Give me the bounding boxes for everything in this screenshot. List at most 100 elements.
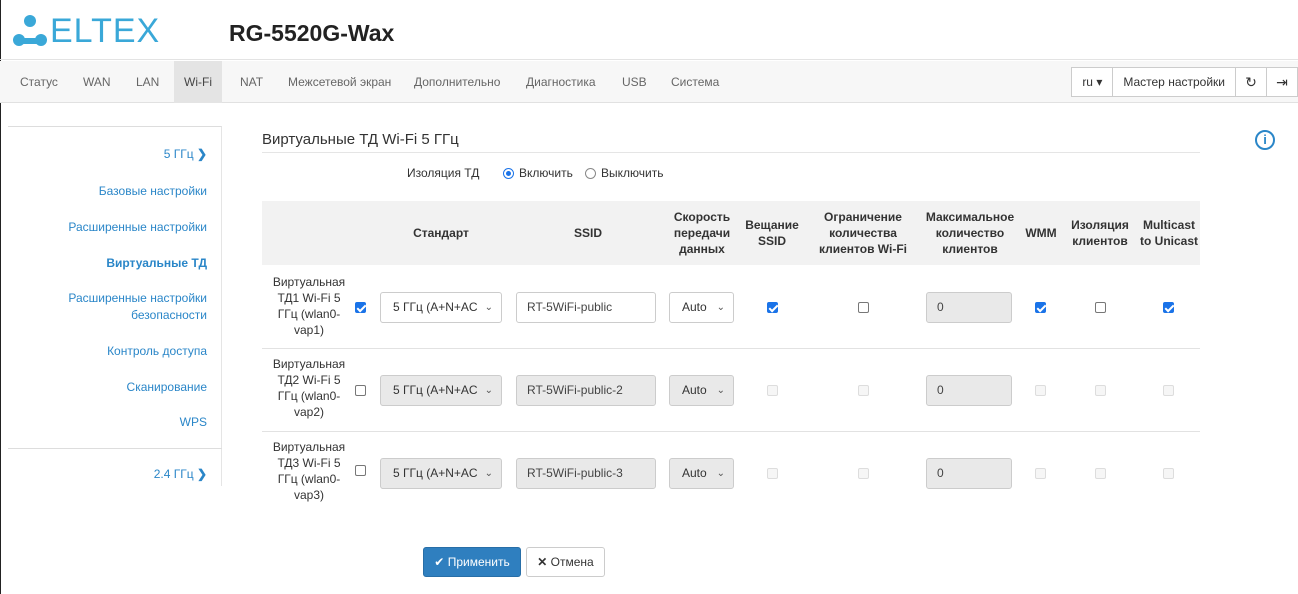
nav-firewall[interactable]: Межсетевой экран xyxy=(278,61,401,103)
client-isolation-checkbox[interactable] xyxy=(1095,302,1106,313)
client-isolation-checkbox[interactable] xyxy=(1095,468,1106,479)
ap-isolation-disable-radio[interactable] xyxy=(585,168,596,179)
wmm-checkbox[interactable] xyxy=(1035,468,1046,479)
nav-additional[interactable]: Дополнительно xyxy=(404,61,510,103)
standard-select-value: 5 ГГц (A+N+AC xyxy=(393,466,478,480)
header-rate: Скорость передачи данных xyxy=(673,210,731,256)
close-icon: ✕ xyxy=(537,555,548,569)
rate-select[interactable]: Auto ⌄ xyxy=(669,375,734,406)
enable-checkbox[interactable] xyxy=(355,465,366,476)
header-client-isolation: Изоляция клиентов xyxy=(1071,218,1129,248)
max-clients-input[interactable]: 0 xyxy=(926,375,1012,406)
row-label: Виртуальная ТД3 Wi-Fi 5 ГГц (wlan0-vap3) xyxy=(272,440,346,502)
header-max-clients: Максимальное количество клиентов xyxy=(925,210,1015,256)
broadcast-ssid-checkbox[interactable] xyxy=(767,468,778,479)
standard-select-value: 5 ГГц (A+N+AC xyxy=(393,300,478,314)
client-limit-checkbox[interactable] xyxy=(858,385,869,396)
header: ELTEX RG-5520G-Wax xyxy=(0,0,1298,60)
standard-select-value: 5 ГГц (A+N+AC xyxy=(393,383,478,397)
client-isolation-checkbox[interactable] xyxy=(1095,385,1106,396)
logout-icon[interactable]: ⇥ xyxy=(1266,67,1298,97)
nav-system[interactable]: Система xyxy=(661,61,729,103)
top-navigation: Статус WAN LAN Wi-Fi NAT Межсетевой экра… xyxy=(0,61,1298,103)
multicast-unicast-checkbox[interactable] xyxy=(1163,385,1174,396)
header-broadcast-ssid: Вещание SSID xyxy=(745,218,799,248)
header-standard: Стандарт xyxy=(413,226,469,240)
client-limit-checkbox[interactable] xyxy=(858,468,869,479)
rate-select[interactable]: Auto ⌄ xyxy=(669,458,734,489)
broadcast-ssid-checkbox[interactable] xyxy=(767,302,778,313)
sidebar-divider xyxy=(8,448,222,449)
apply-button[interactable]: ✔ Применить xyxy=(423,547,521,577)
title-divider xyxy=(262,152,1200,153)
row-label: Виртуальная ТД2 Wi-Fi 5 ГГц (wlan0-vap2) xyxy=(272,357,346,419)
row-label: Виртуальная ТД1 Wi-Fi 5 ГГц (wlan0-vap1) xyxy=(272,275,346,337)
header-controls: ru ▾ Мастер настройки ↻ ⇥ xyxy=(1071,67,1298,97)
wmm-checkbox[interactable] xyxy=(1035,385,1046,396)
rate-select-value: Auto xyxy=(682,300,707,314)
chevron-down-icon: ⌄ xyxy=(484,385,493,396)
apply-button-label: Применить xyxy=(447,555,510,569)
standard-select[interactable]: 5 ГГц (A+N+AC ⌄ xyxy=(380,458,502,489)
table-row: Виртуальная ТД3 Wi-Fi 5 ГГц (wlan0-vap3)… xyxy=(262,432,1200,515)
rate-select-value: Auto xyxy=(682,466,707,480)
chevron-right-icon: ❯ xyxy=(196,467,207,481)
header-wmm: WMM xyxy=(1025,226,1057,240)
nav-wan[interactable]: WAN xyxy=(73,61,121,103)
broadcast-ssid-checkbox[interactable] xyxy=(767,385,778,396)
table-row: Виртуальная ТД2 Wi-Fi 5 ГГц (wlan0-vap2)… xyxy=(262,349,1200,432)
sidebar-item-access-control[interactable]: Контроль доступа xyxy=(107,343,207,360)
info-icon[interactable]: i xyxy=(1255,130,1275,150)
sidebar-item-security[interactable]: Расширенные настройки безопасности xyxy=(57,290,207,324)
sidebar: 5 ГГц ❯ Базовые настройки Расширенные на… xyxy=(8,126,222,486)
page-title: Виртуальные ТД Wi-Fi 5 ГГц xyxy=(262,131,459,148)
rate-select[interactable]: Auto ⌄ xyxy=(669,292,734,323)
sidebar-group-24ghz-label: 2.4 ГГц xyxy=(153,467,194,481)
chevron-down-icon: ⌄ xyxy=(484,302,493,313)
client-limit-checkbox[interactable] xyxy=(858,302,869,313)
setup-wizard-button[interactable]: Мастер настройки xyxy=(1112,67,1236,97)
standard-select[interactable]: 5 ГГц (A+N+AC ⌄ xyxy=(380,292,502,323)
ap-isolation-disable-label: Выключить xyxy=(601,166,664,180)
chevron-down-icon: ⌄ xyxy=(716,468,725,479)
sidebar-item-basic[interactable]: Базовые настройки xyxy=(99,183,207,200)
sidebar-item-scan[interactable]: Сканирование xyxy=(127,379,207,396)
cancel-button[interactable]: ✕ Отмена xyxy=(526,547,605,577)
header-client-limit: Ограничение количества клиентов Wi-Fi xyxy=(818,210,908,256)
ap-isolation-label: Изоляция ТД xyxy=(407,166,480,180)
nav-lan[interactable]: LAN xyxy=(126,61,169,103)
cancel-button-label: Отмена xyxy=(550,555,594,569)
nav-usb[interactable]: USB xyxy=(612,61,657,103)
language-dropdown[interactable]: ru ▾ xyxy=(1071,67,1114,97)
chevron-down-icon: ⌄ xyxy=(484,468,493,479)
max-clients-input[interactable]: 0 xyxy=(926,292,1012,323)
standard-select[interactable]: 5 ГГц (A+N+AC ⌄ xyxy=(380,375,502,406)
check-icon: ✔ xyxy=(434,555,445,569)
sidebar-item-advanced[interactable]: Расширенные настройки xyxy=(68,219,207,236)
ssid-input[interactable]: RT-5WiFi-public-2 xyxy=(516,375,656,406)
ssid-input[interactable]: RT-5WiFi-public-3 xyxy=(516,458,656,489)
max-clients-input[interactable]: 0 xyxy=(926,458,1012,489)
sidebar-item-wps[interactable]: WPS xyxy=(180,414,207,431)
refresh-icon[interactable]: ↻ xyxy=(1235,67,1267,97)
multicast-unicast-checkbox[interactable] xyxy=(1163,302,1174,313)
enable-checkbox[interactable] xyxy=(355,302,366,313)
table-header: Стандарт SSID Скорость передачи данных В… xyxy=(262,201,1200,265)
nav-status[interactable]: Статус xyxy=(10,61,68,103)
sidebar-item-virtual-ap[interactable]: Виртуальные ТД xyxy=(106,255,207,272)
nav-wifi[interactable]: Wi-Fi xyxy=(174,61,222,103)
chevron-down-icon: ⌄ xyxy=(716,302,725,313)
ap-isolation-enable-radio[interactable] xyxy=(503,168,514,179)
nav-nat[interactable]: NAT xyxy=(230,61,273,103)
header-ssid: SSID xyxy=(573,226,602,240)
chevron-down-icon: ❯ xyxy=(196,147,207,161)
device-name: RG-5520G-Wax xyxy=(229,20,395,46)
nav-diagnostics[interactable]: Диагностика xyxy=(516,61,606,103)
multicast-unicast-checkbox[interactable] xyxy=(1163,468,1174,479)
enable-checkbox[interactable] xyxy=(355,385,366,396)
sidebar-group-5ghz[interactable]: 5 ГГц ❯ xyxy=(164,147,207,161)
wmm-checkbox[interactable] xyxy=(1035,302,1046,313)
ssid-input[interactable]: RT-5WiFi-public xyxy=(516,292,656,323)
sidebar-group-24ghz[interactable]: 2.4 ГГц ❯ xyxy=(154,467,207,481)
rate-select-value: Auto xyxy=(682,383,707,397)
